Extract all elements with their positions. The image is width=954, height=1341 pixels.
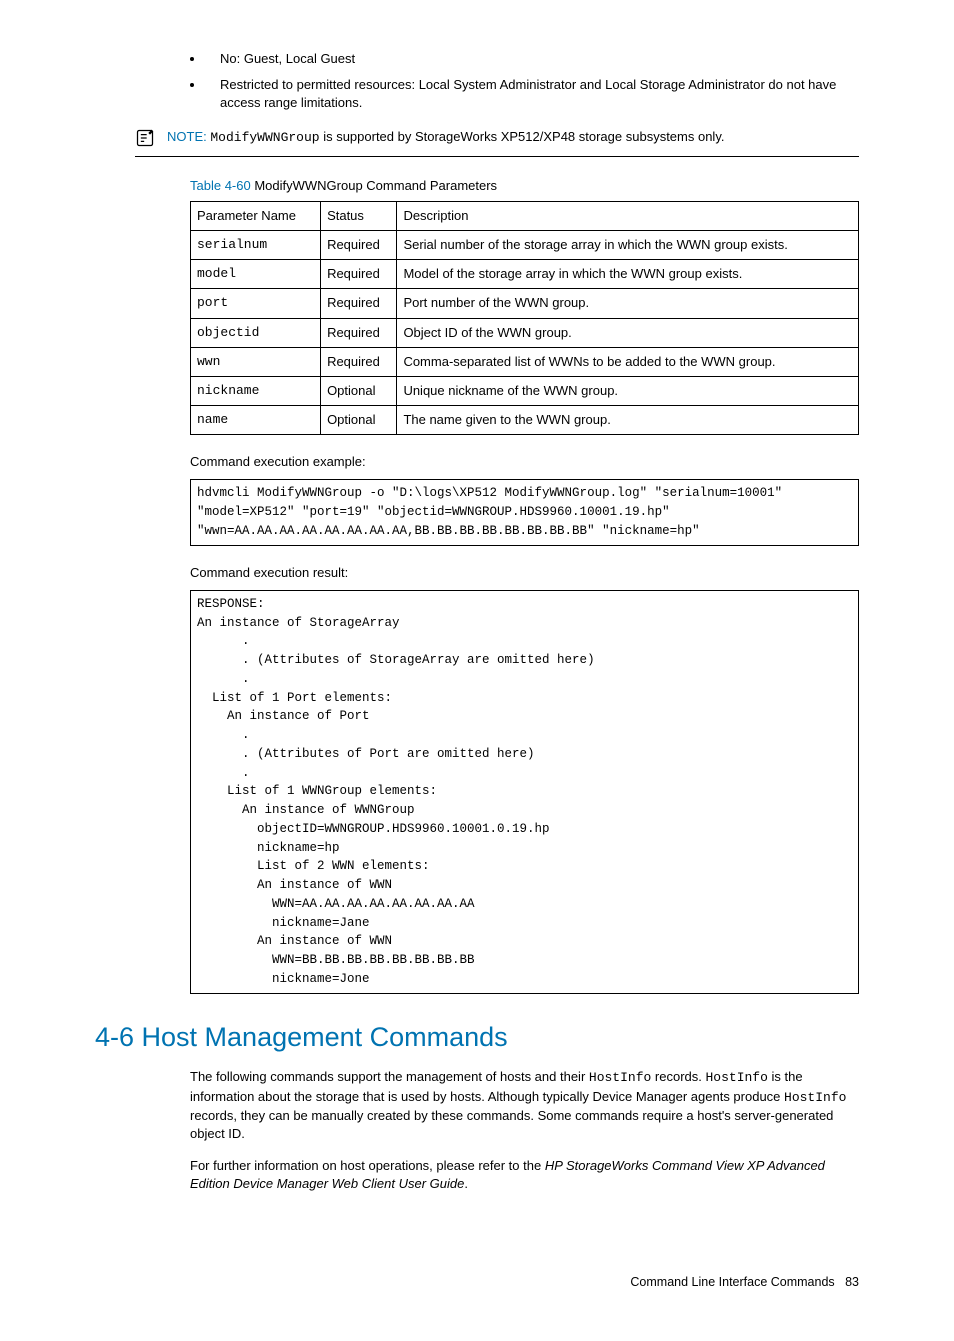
table-row: wwnRequiredComma-separated list of WWNs …	[191, 347, 859, 376]
page-footer: Command Line Interface Commands 83	[95, 1274, 859, 1292]
exec-example-label: Command execution example:	[190, 453, 859, 471]
bullet-item: No: Guest, Local Guest	[205, 50, 859, 68]
param-desc: Unique nickname of the WWN group.	[397, 376, 859, 405]
note-icon	[135, 128, 155, 148]
param-desc: Model of the storage array in which the …	[397, 260, 859, 289]
param-desc: Object ID of the WWN group.	[397, 318, 859, 347]
table-row: nameOptionalThe name given to the WWN gr…	[191, 406, 859, 435]
param-desc: Serial number of the storage array in wh…	[397, 230, 859, 259]
col-status: Status	[321, 201, 397, 230]
note-label: NOTE:	[167, 129, 207, 144]
page-number: 83	[845, 1275, 859, 1289]
text: .	[464, 1176, 468, 1191]
code-hostinfo: HostInfo	[589, 1070, 651, 1085]
note-code: ModifyWWNGroup	[210, 130, 319, 145]
param-status: Required	[321, 260, 397, 289]
exec-result-code: RESPONSE: An instance of StorageArray . …	[190, 590, 859, 994]
host-mgmt-para-2: For further information on host operatio…	[190, 1157, 859, 1193]
param-desc: The name given to the WWN group.	[397, 406, 859, 435]
text: For further information on host operatio…	[190, 1158, 545, 1173]
code-hostinfo: HostInfo	[706, 1070, 768, 1085]
param-name: nickname	[191, 376, 321, 405]
footer-text: Command Line Interface Commands	[630, 1275, 834, 1289]
param-status: Optional	[321, 376, 397, 405]
col-param-name: Parameter Name	[191, 201, 321, 230]
section-heading: 4-6 Host Management Commands	[95, 1019, 859, 1057]
param-name: model	[191, 260, 321, 289]
param-desc: Port number of the WWN group.	[397, 289, 859, 318]
text: records, they can be manually created by…	[190, 1108, 833, 1141]
exec-example-code: hdvmcli ModifyWWNGroup -o "D:\logs\XP512…	[190, 479, 859, 545]
table-row: serialnumRequiredSerial number of the st…	[191, 230, 859, 259]
parameters-table: Parameter Name Status Description serial…	[190, 201, 859, 436]
exec-result-label: Command execution result:	[190, 564, 859, 582]
table-header-row: Parameter Name Status Description	[191, 201, 859, 230]
note-rest: is supported by StorageWorks XP512/XP48 …	[320, 129, 725, 144]
access-bullets: No: Guest, Local Guest Restricted to per…	[95, 50, 859, 113]
table-row: portRequiredPort number of the WWN group…	[191, 289, 859, 318]
table-caption: Table 4-60 ModifyWWNGroup Command Parame…	[190, 177, 859, 195]
param-name: objectid	[191, 318, 321, 347]
table-row: nicknameOptionalUnique nickname of the W…	[191, 376, 859, 405]
param-desc: Comma-separated list of WWNs to be added…	[397, 347, 859, 376]
host-mgmt-para-1: The following commands support the manag…	[190, 1068, 859, 1143]
param-status: Optional	[321, 406, 397, 435]
table-row: modelRequiredModel of the storage array …	[191, 260, 859, 289]
text: The following commands support the manag…	[190, 1069, 589, 1084]
note-text: NOTE: ModifyWWNGroup is supported by Sto…	[167, 128, 859, 147]
param-name: serialnum	[191, 230, 321, 259]
param-name: port	[191, 289, 321, 318]
param-status: Required	[321, 318, 397, 347]
table-row: objectidRequiredObject ID of the WWN gro…	[191, 318, 859, 347]
param-name: wwn	[191, 347, 321, 376]
param-status: Required	[321, 347, 397, 376]
table-caption-text: ModifyWWNGroup Command Parameters	[251, 178, 497, 193]
param-status: Required	[321, 289, 397, 318]
note-block: NOTE: ModifyWWNGroup is supported by Sto…	[135, 128, 859, 157]
text: records.	[651, 1069, 705, 1084]
code-hostinfo: HostInfo	[784, 1090, 846, 1105]
col-description: Description	[397, 201, 859, 230]
table-number: Table 4-60	[190, 178, 251, 193]
param-name: name	[191, 406, 321, 435]
param-status: Required	[321, 230, 397, 259]
bullet-item: Restricted to permitted resources: Local…	[205, 76, 859, 112]
